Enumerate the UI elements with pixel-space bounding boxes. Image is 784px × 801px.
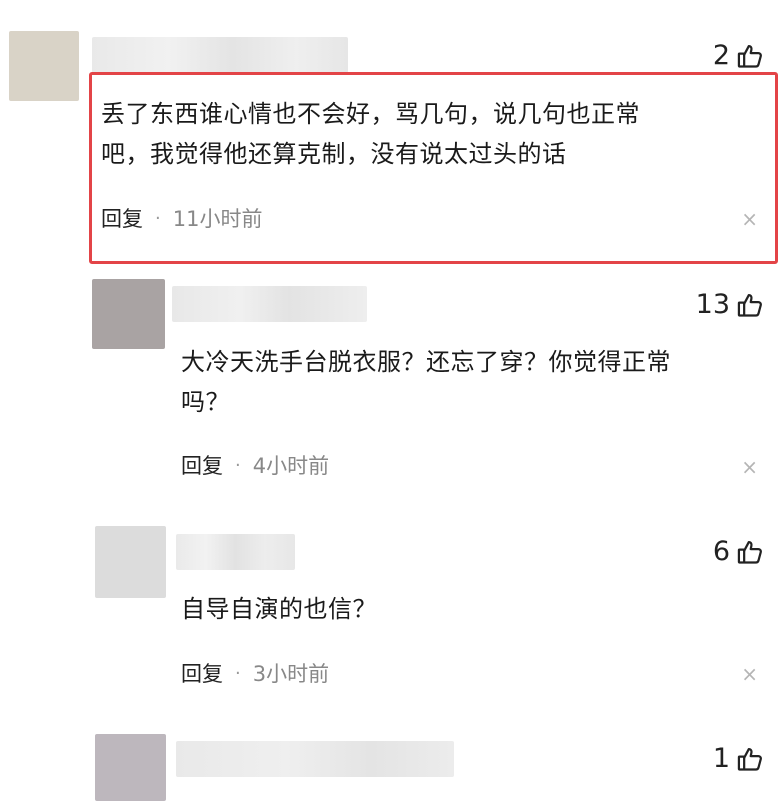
comment-meta: 回复 · 11小时前 — [101, 203, 262, 233]
avatar[interactable] — [92, 279, 165, 349]
comment-text: 丢了东西谁心情也不会好，骂几句，说几句也正常 吧，我觉得他还算克制，没有说太过头… — [101, 100, 640, 168]
separator-dot: · — [235, 662, 241, 684]
reply-button[interactable]: 回复 — [101, 203, 143, 233]
comment-meta: 回复 · 4小时前 — [181, 450, 329, 480]
like-count: 13 — [695, 289, 730, 320]
reply-button[interactable]: 回复 — [181, 658, 223, 688]
username-blurred[interactable] — [172, 286, 367, 322]
comment-meta: 回复 · 3小时前 — [181, 658, 329, 688]
like-button[interactable]: 13 — [696, 289, 764, 320]
like-button[interactable]: 2 — [713, 40, 764, 71]
comment-text: 大冷天洗手台脱衣服？还忘了穿？你觉得正常 吗？ — [181, 348, 671, 416]
comment-time: 4小时前 — [252, 454, 330, 478]
comment-text: 自导自演的也信？ — [181, 595, 377, 623]
close-icon[interactable]: × — [741, 457, 758, 477]
like-button[interactable]: 1 — [713, 743, 764, 774]
avatar[interactable] — [95, 526, 166, 598]
thumbs-up-icon — [736, 42, 764, 70]
username-blurred[interactable] — [176, 534, 295, 570]
comment-time: 11小时前 — [172, 207, 263, 231]
separator-dot: · — [235, 454, 241, 476]
comment-time: 3小时前 — [252, 662, 330, 686]
reply-button[interactable]: 回复 — [181, 450, 223, 480]
separator-dot: · — [155, 207, 161, 229]
thumbs-up-icon — [736, 745, 764, 773]
username-blurred[interactable] — [176, 741, 454, 777]
thumbs-up-icon — [736, 538, 764, 566]
like-count: 1 — [712, 743, 730, 774]
avatar[interactable] — [95, 734, 166, 801]
like-count: 6 — [712, 536, 730, 567]
thumbs-up-icon — [736, 291, 764, 319]
close-icon[interactable]: × — [741, 664, 758, 684]
like-count: 2 — [712, 40, 730, 71]
avatar[interactable] — [9, 31, 79, 101]
close-icon[interactable]: × — [741, 209, 758, 229]
like-button[interactable]: 6 — [713, 536, 764, 567]
username-blurred[interactable] — [92, 37, 348, 73]
